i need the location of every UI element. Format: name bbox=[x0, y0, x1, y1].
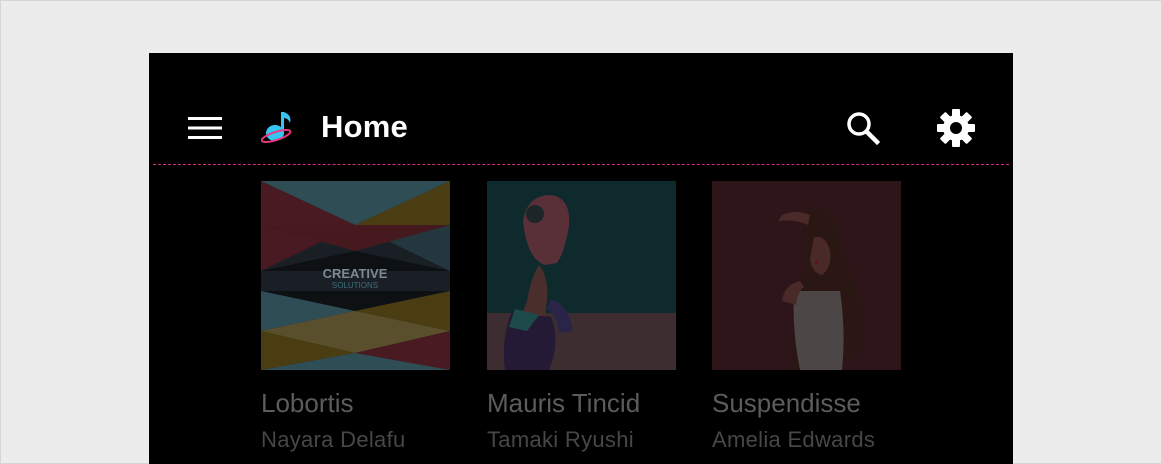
album-art: CREATIVE SOLUTIONS bbox=[261, 181, 450, 370]
album-art bbox=[487, 181, 676, 370]
search-icon[interactable] bbox=[845, 110, 881, 146]
top-app-bar: Home bbox=[149, 53, 1013, 165]
album-artist: Amelia Edwards bbox=[712, 427, 876, 452]
music-note-planet-logo bbox=[261, 112, 292, 143]
album-title: Lobortis bbox=[261, 388, 354, 418]
album-title: Mauris Tincid bbox=[487, 388, 641, 418]
album-art-text-top: CREATIVE bbox=[323, 266, 388, 281]
album-card[interactable]: Mauris Tincid Tamaki Ryushi bbox=[487, 181, 677, 452]
page-title: Home bbox=[321, 109, 408, 144]
header-divider bbox=[153, 164, 1009, 165]
app-screen: Home CREATIVE SOLUTIONS Lobortis Nayara … bbox=[149, 53, 1013, 464]
hamburger-menu-icon[interactable] bbox=[188, 116, 222, 140]
album-title: Suspendisse bbox=[712, 388, 861, 418]
album-artist: Tamaki Ryushi bbox=[487, 427, 634, 452]
gear-icon[interactable] bbox=[936, 108, 976, 148]
album-art-text-bottom: SOLUTIONS bbox=[332, 281, 378, 290]
album-artist: Nayara Delafu bbox=[261, 427, 406, 452]
album-card[interactable]: CREATIVE SOLUTIONS Lobortis Nayara Delaf… bbox=[261, 181, 451, 452]
album-card[interactable]: Suspendisse Amelia Edwards bbox=[712, 181, 902, 452]
album-art bbox=[712, 181, 901, 370]
